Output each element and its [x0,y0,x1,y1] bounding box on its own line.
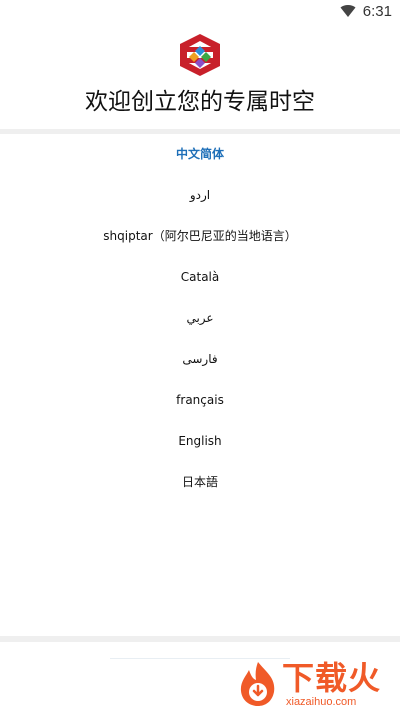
language-item-chinese-simplified[interactable]: 中文简体 [0,134,400,175]
language-item-urdu[interactable]: اردو [0,175,400,216]
watermark-url: xiazaihuo.com [286,696,357,708]
flame-logo-icon [240,662,275,706]
header: 欢迎创立您的专属时空 [0,24,400,128]
language-item-albanian[interactable]: shqiptar（阿尔巴尼亚的当地语言） [0,216,400,257]
welcome-title: 欢迎创立您的专属时空 [85,89,315,115]
bottom-divider-line [110,658,290,659]
language-item-arabic[interactable]: عربي [0,298,400,339]
wifi-icon [340,5,356,18]
status-bar: 6:31 [0,0,400,24]
language-item-english[interactable]: English [0,421,400,462]
watermark: 下载火 xiazaihuo.com [236,660,396,708]
language-item-japanese[interactable]: 日本語 [0,462,400,503]
app-logo-icon [180,34,220,76]
language-item-french[interactable]: français [0,380,400,421]
language-item-persian[interactable]: فارسی [0,339,400,380]
language-item-catalan[interactable]: Català [0,257,400,298]
watermark-text: 下载火 [282,659,382,697]
language-list: 中文简体 اردو shqiptar（阿尔巴尼亚的当地语言） Català عر… [0,134,400,503]
status-time: 6:31 [362,3,392,20]
